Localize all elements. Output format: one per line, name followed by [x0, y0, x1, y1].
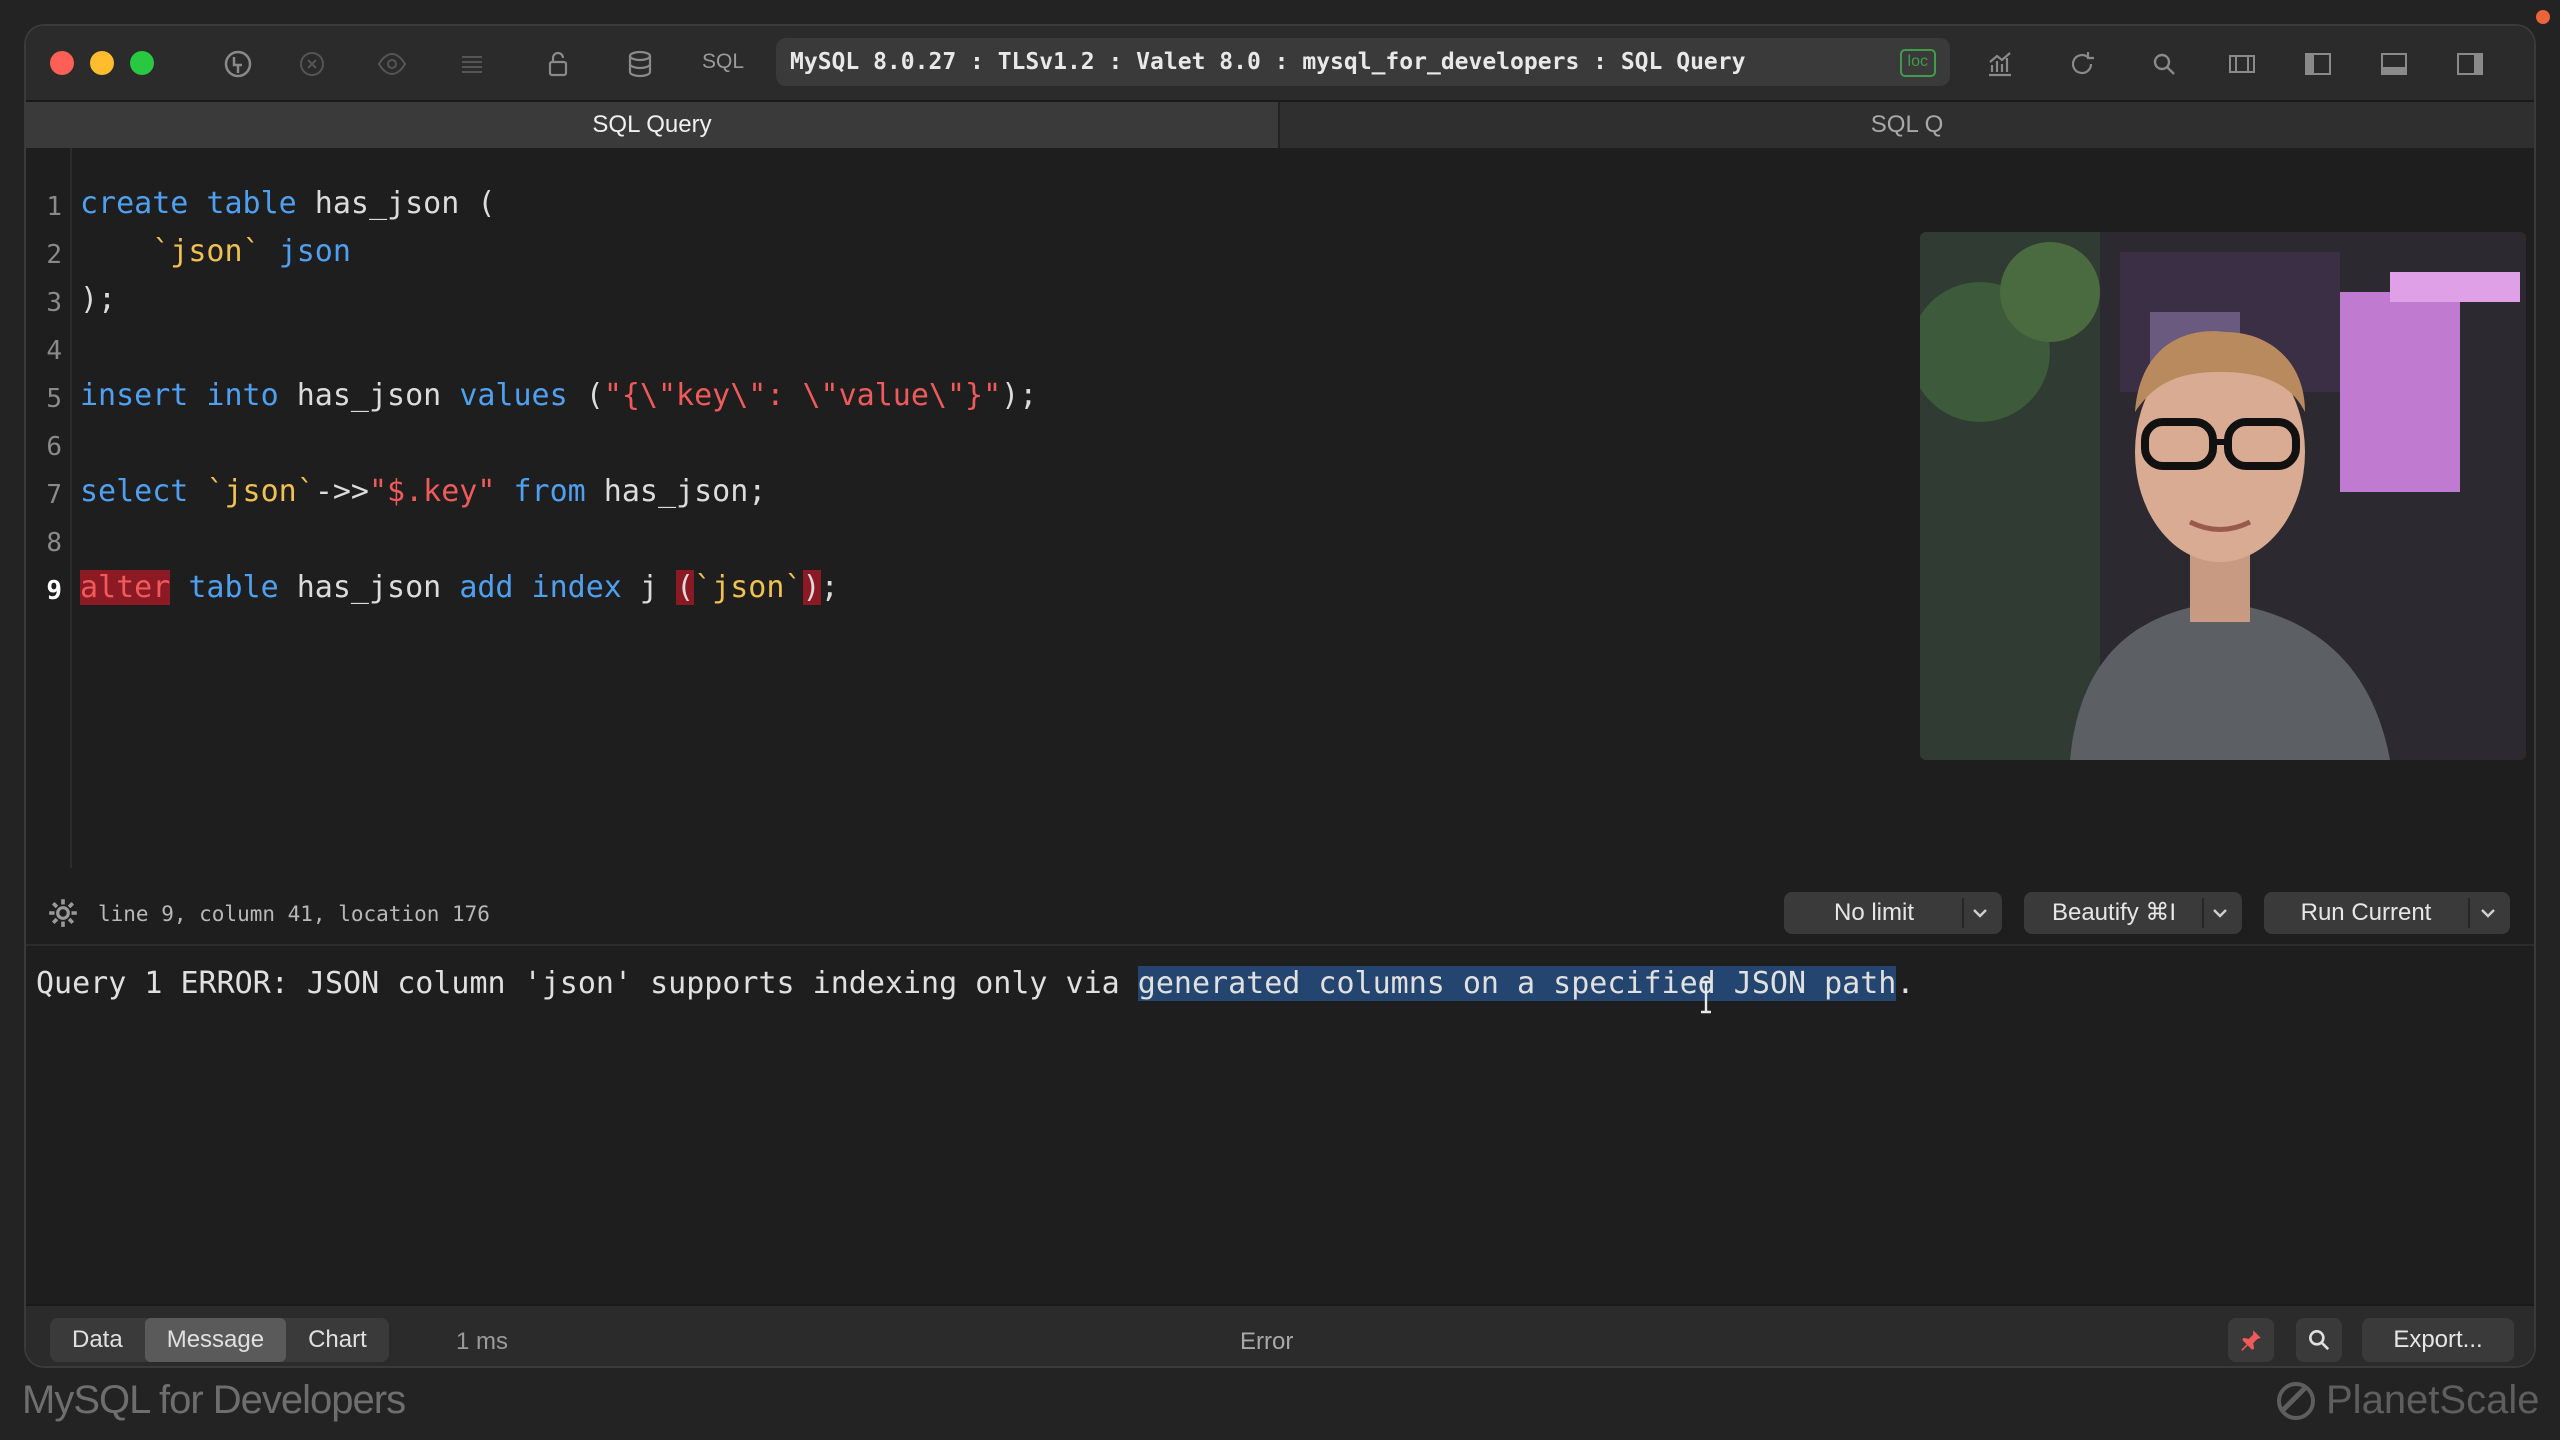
titlebar: SQL MySQL 8.0.27 : TLSv1.2 : Valet 8.0 :…: [26, 26, 2534, 102]
tab-sql-query-2[interactable]: SQL Q: [1280, 102, 2534, 148]
code-line: select `json`->>"$.key" from has_json;: [80, 474, 767, 509]
search-results-button[interactable]: [2296, 1318, 2342, 1362]
preview-icon[interactable]: [372, 44, 412, 84]
search-icon[interactable]: [2144, 44, 2184, 84]
chevron-down-icon: [2481, 909, 2495, 918]
chart-icon[interactable]: [1980, 44, 2020, 84]
presenter-image: [1920, 232, 2526, 760]
line-number: 1: [46, 192, 62, 222]
run-current-label: Run Current: [2300, 899, 2432, 926]
toggle-bottom-panel-icon[interactable]: [2374, 44, 2414, 84]
planetscale-logo-icon: [2277, 1381, 2315, 1420]
text-cursor-icon: [1701, 980, 1711, 1014]
chevron-down-icon: [2213, 909, 2227, 918]
app-window: SQL MySQL 8.0.27 : TLSv1.2 : Valet 8.0 :…: [26, 26, 2534, 1366]
results-bottom-bar: Data Message Chart 1 ms Error Export...: [26, 1304, 2534, 1366]
code-line: );: [80, 282, 117, 317]
line-number-gutter: 1 2 3 4 5 6 7 8 9: [26, 148, 72, 868]
tab-message[interactable]: Message: [144, 1318, 287, 1362]
run-current-button[interactable]: Run Current: [2264, 892, 2510, 934]
planetscale-wordmark: PlanetScale: [2326, 1378, 2540, 1422]
code-line: create table has_json (: [80, 186, 496, 221]
connection-string: MySQL 8.0.27 : TLSv1.2 : Valet 8.0 : mys…: [790, 49, 1746, 75]
tab-chart[interactable]: Chart: [286, 1318, 389, 1362]
limit-dropdown[interactable]: No limit: [1784, 892, 2002, 934]
connection-info-bar: MySQL 8.0.27 : TLSv1.2 : Valet 8.0 : mys…: [776, 38, 1950, 86]
code-line: insert into has_json values ("{\"key\": …: [80, 378, 1038, 413]
zoom-window-button[interactable]: [130, 51, 154, 75]
limit-label: No limit: [1833, 899, 1914, 926]
beautify-dropdown[interactable]: Beautify ⌘I: [2024, 892, 2242, 934]
line-number-current: 9: [46, 576, 62, 606]
list-icon[interactable]: [452, 44, 492, 84]
gear-icon[interactable]: [46, 896, 80, 930]
lock-icon[interactable]: [538, 44, 578, 84]
toggle-left-panel-icon[interactable]: [2298, 44, 2338, 84]
line-number: 3: [46, 288, 62, 318]
database-icon[interactable]: [620, 44, 660, 84]
refresh-icon[interactable]: [2062, 44, 2102, 84]
minimize-window-button[interactable]: [90, 51, 114, 75]
line-number: 5: [46, 384, 62, 414]
recording-indicator: [2536, 10, 2550, 24]
search-icon: [2309, 1330, 2330, 1351]
sql-mode-label[interactable]: SQL: [702, 50, 744, 74]
close-window-button[interactable]: [50, 51, 74, 75]
chevron-down-icon: [1973, 909, 1987, 918]
brand-watermark-left: MySQL for Developers: [22, 1378, 406, 1422]
error-text-suffix: .: [1896, 966, 1915, 1001]
line-number: 4: [46, 336, 62, 366]
presenter-video-overlay: [1920, 232, 2526, 760]
code-line: `json` json: [152, 234, 351, 269]
pin-icon: [2241, 1330, 2261, 1351]
tab-sql-query[interactable]: SQL Query: [26, 102, 1280, 148]
pin-button[interactable]: [2228, 1318, 2274, 1362]
line-number: 7: [46, 480, 62, 510]
brand-watermark-right: PlanetScale: [2276, 1378, 2539, 1423]
toggle-right-panel-icon[interactable]: [2450, 44, 2490, 84]
connection-icon[interactable]: [218, 44, 258, 84]
line-number: 2: [46, 240, 62, 270]
column-layout-icon[interactable]: [2222, 44, 2262, 84]
loc-badge: loc: [1899, 49, 1936, 77]
code-line-current: alter table has_json add index j (`json`…: [80, 570, 839, 605]
query-duration: 1 ms: [456, 1328, 509, 1355]
query-status: Error: [1240, 1328, 1294, 1355]
line-number: 8: [46, 528, 62, 558]
error-text-prefix: Query 1 ERROR: JSON column 'json' suppor…: [36, 966, 1138, 1001]
editor-status-bar: line 9, column 41, location 176 No limit…: [26, 882, 2534, 944]
results-view-switcher: Data Message Chart: [50, 1318, 389, 1362]
tab-bar: SQL Query SQL Q: [26, 102, 2534, 149]
query-output-panel[interactable]: Query 1 ERROR: JSON column 'json' suppor…: [26, 944, 2534, 1304]
error-message[interactable]: Query 1 ERROR: JSON column 'json' suppor…: [36, 966, 1914, 1001]
sql-editor[interactable]: 1 2 3 4 5 6 7 8 9 create table has_json …: [26, 148, 2534, 908]
cursor-position: line 9, column 41, location 176: [98, 902, 490, 926]
beautify-label: Beautify ⌘I: [2051, 899, 2177, 926]
stop-icon[interactable]: [292, 44, 332, 84]
line-number: 6: [46, 432, 62, 462]
selected-error-text: generated columns on a specified JSON pa…: [1137, 966, 1897, 1001]
export-button[interactable]: Export...: [2362, 1318, 2514, 1362]
tab-data[interactable]: Data: [50, 1318, 145, 1362]
